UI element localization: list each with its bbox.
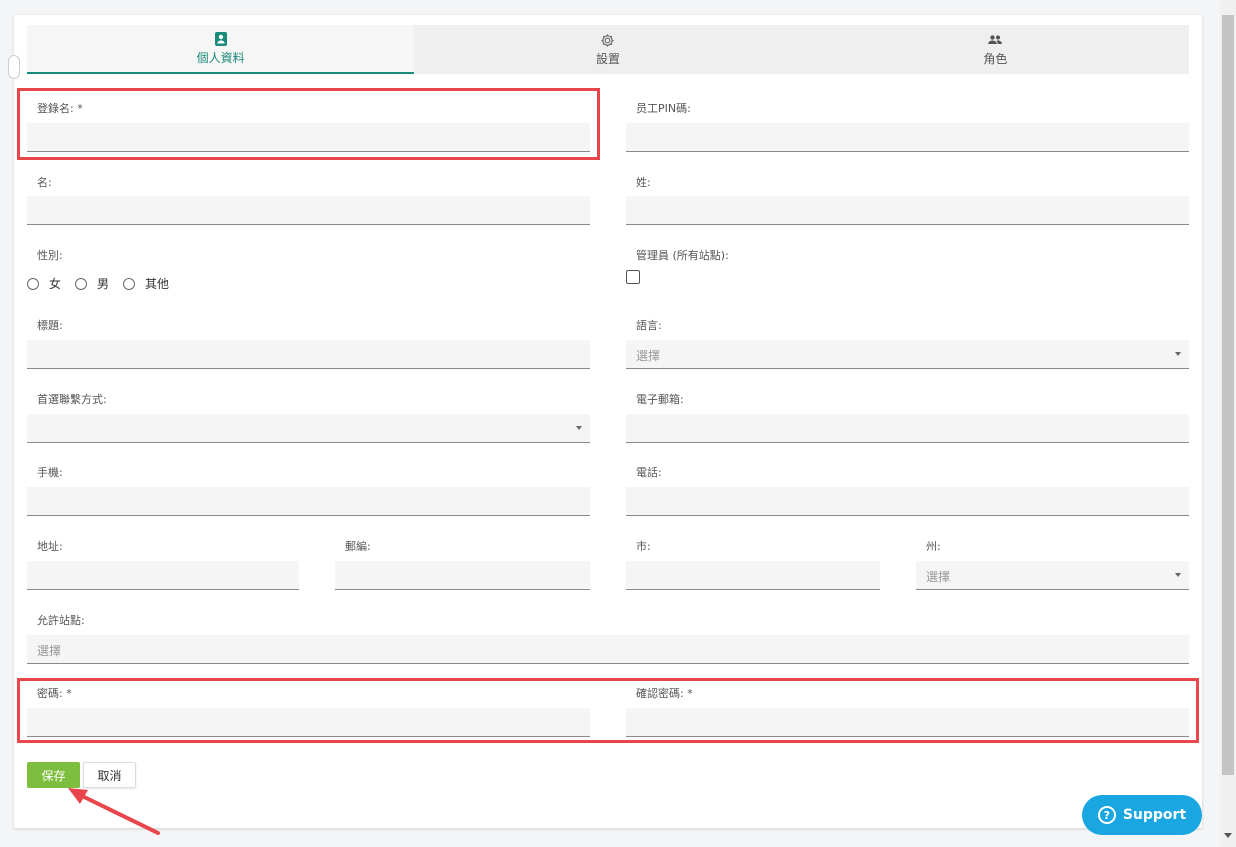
gear-icon [600,32,616,48]
email-input[interactable] [626,414,1189,443]
city-label: 市: [636,540,651,553]
scroll-down-arrow-icon[interactable] [1224,833,1232,838]
tab-profile[interactable]: 個人資料 [27,25,415,74]
language-placeholder: 選擇 [636,349,661,363]
last-name-input[interactable] [626,196,1189,225]
phone-label: 電話: [636,466,662,479]
language-select[interactable]: 選擇 [626,340,1189,369]
tab-settings[interactable]: 設置 [414,25,802,74]
tab-bar: 個人資料 設置 角色 [27,25,1189,74]
chevron-down-icon [576,426,582,430]
gender-option-label: 其他 [145,277,170,291]
first-name-label: 名: [37,176,52,189]
email-label: 電子郵箱: [636,393,684,406]
tab-label: 角色 [983,52,1008,66]
gender-radio-group: 女 男 其他 [27,275,183,292]
chevron-down-icon [1175,573,1181,577]
gender-label: 性別: [37,249,63,262]
first-name-input[interactable] [27,196,590,225]
highlight-box-login [17,88,600,160]
admin-all-sites-checkbox[interactable] [626,270,640,284]
state-placeholder: 選擇 [926,570,951,584]
gender-radio-male[interactable] [75,277,88,290]
allowed-sites-select[interactable]: 選擇 [27,635,1189,664]
phone-input[interactable] [626,487,1189,516]
highlight-box-password [17,678,1199,743]
gender-radio-other[interactable] [123,277,136,290]
chevron-down-icon [1175,352,1181,356]
support-label: Support [1122,807,1187,823]
people-icon [987,32,1003,48]
scrollbar-thumb[interactable] [1222,15,1234,775]
postcode-label: 郵編: [345,540,371,553]
title-label: 標題: [37,319,63,332]
gender-option-label: 男 [97,277,110,291]
state-label: 州: [926,540,941,553]
address-input[interactable] [27,561,299,590]
title-input[interactable] [27,340,590,369]
city-input[interactable] [626,561,880,590]
state-select[interactable]: 選擇 [916,561,1189,590]
contact-card-icon [213,31,229,47]
employee-pin-input[interactable] [626,123,1189,152]
preferred-contact-select[interactable] [27,414,590,443]
allowed-sites-label: 允許站點: [37,614,85,627]
collapse-handle[interactable] [8,55,20,79]
mobile-label: 手機: [37,466,63,479]
admin-all-sites-label: 管理員 (所有站點): [636,249,729,262]
gender-option-label: 女 [49,277,62,291]
address-label: 地址: [37,540,63,553]
help-icon: ? [1097,806,1116,824]
employee-pin-label: 员工PIN碼: [636,102,691,115]
gender-radio-female[interactable] [27,277,39,290]
language-label: 語言: [636,319,662,332]
allowed-sites-placeholder: 選擇 [37,644,62,658]
annotation-arrow-icon [68,788,160,835]
last-name-label: 姓: [636,176,651,189]
mobile-input[interactable] [27,487,590,516]
tab-label: 設置 [595,52,620,66]
support-button[interactable]: ? Support [1082,795,1202,835]
preferred-contact-label: 首選聯繫方式: [37,393,107,406]
tab-label: 個人資料 [196,51,245,65]
tab-roles[interactable]: 角色 [801,25,1189,74]
postcode-input[interactable] [335,561,590,590]
